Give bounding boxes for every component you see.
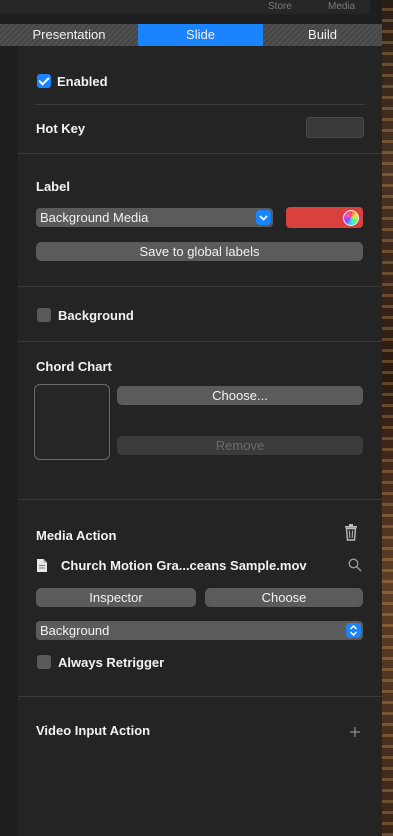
divider xyxy=(18,696,382,697)
always-retrigger-checkbox[interactable] xyxy=(37,655,51,669)
chord-chart-title: Chord Chart xyxy=(36,359,112,374)
divider xyxy=(18,499,382,500)
label-select[interactable]: Background Media xyxy=(36,208,273,227)
background-label: Background xyxy=(58,308,134,323)
search-icon[interactable] xyxy=(348,558,362,577)
always-retrigger-label: Always Retrigger xyxy=(58,655,165,670)
background-photo-edge xyxy=(382,0,393,836)
save-to-global-labels-button[interactable]: Save to global labels xyxy=(36,242,363,261)
inspector-tab-bar: Presentation Slide Build xyxy=(0,24,382,46)
choose-media-button[interactable]: Choose xyxy=(205,588,363,607)
color-wheel-icon[interactable] xyxy=(343,210,359,226)
enabled-label: Enabled xyxy=(57,74,108,89)
slide-inspector-panel: Enabled Hot Key Label Background Media S… xyxy=(18,46,382,836)
tab-build[interactable]: Build xyxy=(263,24,382,46)
background-checkbox[interactable] xyxy=(37,308,51,322)
hot-key-label: Hot Key xyxy=(36,121,86,136)
enabled-checkbox[interactable] xyxy=(37,74,51,88)
media-layer-value: Background xyxy=(40,623,110,638)
video-input-action-title: Video Input Action xyxy=(36,723,151,738)
label-select-value: Background Media xyxy=(40,210,149,225)
document-icon xyxy=(37,559,47,577)
trash-icon[interactable] xyxy=(344,524,358,546)
divider xyxy=(18,286,382,287)
label-color-swatch[interactable] xyxy=(286,207,363,228)
media-label[interactable]: Media xyxy=(328,1,355,12)
tab-presentation[interactable]: Presentation xyxy=(0,24,138,46)
chord-chart-image-well[interactable] xyxy=(34,384,110,460)
divider xyxy=(35,104,365,105)
top-toolbar-strip: Store Media xyxy=(0,0,370,14)
chevron-down-icon xyxy=(256,210,271,225)
tab-slide[interactable]: Slide xyxy=(138,24,263,46)
label-section-title: Label xyxy=(36,179,70,194)
media-layer-select[interactable]: Background xyxy=(36,621,363,640)
chord-chart-remove-button[interactable]: Remove xyxy=(117,436,363,455)
divider xyxy=(18,341,382,342)
hot-key-field[interactable] xyxy=(306,117,364,138)
chevron-up-down-icon xyxy=(346,623,361,638)
plus-icon[interactable] xyxy=(349,725,361,743)
store-label[interactable]: Store xyxy=(268,1,292,12)
media-file-name[interactable]: Church Motion Gra...ceans Sample.mov xyxy=(61,558,307,573)
divider xyxy=(18,153,382,154)
inspector-button[interactable]: Inspector xyxy=(36,588,196,607)
media-action-title: Media Action xyxy=(36,528,117,543)
chord-chart-choose-button[interactable]: Choose... xyxy=(117,386,363,405)
